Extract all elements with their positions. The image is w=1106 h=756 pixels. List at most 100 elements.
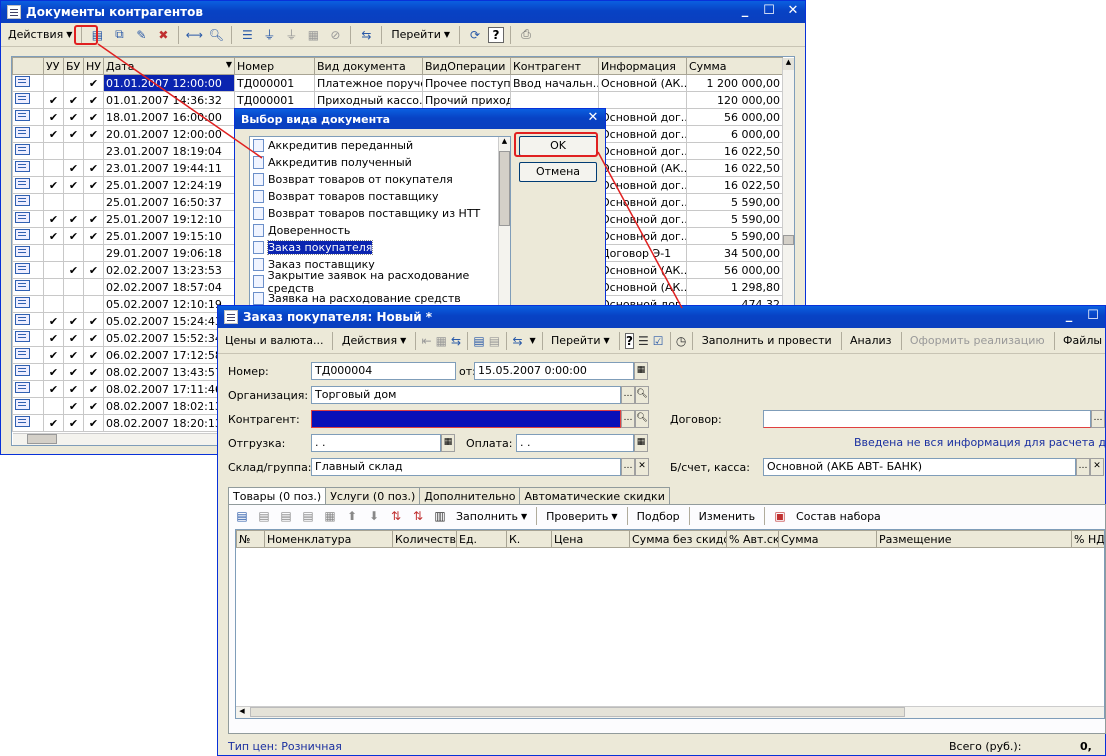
kit-icon[interactable]: ▣ <box>771 507 789 525</box>
goods-hscroll-left-arrow[interactable]: ◀ <box>236 707 248 718</box>
cell-nu[interactable] <box>83 142 104 160</box>
interval-icon[interactable]: ⟷ <box>185 26 203 44</box>
contract-select-button[interactable]: … <box>1091 410 1105 428</box>
cell-nu[interactable] <box>83 193 104 211</box>
cell-uu[interactable] <box>43 142 64 160</box>
back-icon[interactable]: ⇤ <box>422 332 432 350</box>
journal-icon[interactable]: ▤ <box>489 332 500 350</box>
doc-type-list-item[interactable]: Аккредитив полученный <box>250 154 510 171</box>
post-document-icon[interactable]: ⇆ <box>451 332 461 350</box>
structure-menu-icon[interactable]: ⇆ <box>512 332 522 350</box>
cell-bu[interactable] <box>63 278 84 296</box>
cell-info[interactable]: Основной дог... <box>598 176 687 194</box>
cell-date[interactable]: 25.01.2007 16:50:37 <box>103 193 235 211</box>
cell-info[interactable]: Основной дог... <box>598 227 687 245</box>
doc-type-list-item[interactable]: Возврат товаров от покупателя <box>250 171 510 188</box>
cell-date[interactable]: 25.01.2007 12:24:19 <box>103 176 235 194</box>
cell-nu[interactable]: ✔ <box>83 125 104 143</box>
goods-column-header[interactable]: Сумма <box>778 530 877 548</box>
hscroll-thumb[interactable] <box>27 434 57 444</box>
column-header-doc-type[interactable]: Вид документа <box>314 57 423 75</box>
cell-sum[interactable]: 5 590,00 <box>686 193 783 211</box>
cell-kontr[interactable]: Ввод начальн... <box>510 74 599 92</box>
cell-bu[interactable]: ✔ <box>63 397 84 415</box>
goods-column-header[interactable]: Ед. <box>456 530 507 548</box>
doc-type-list-item[interactable]: Доверенность <box>250 222 510 239</box>
cell-nu[interactable]: ✔ <box>83 108 104 126</box>
move-up-icon[interactable]: ⬆ <box>343 507 361 525</box>
shipment-date-field[interactable]: . . <box>311 434 441 452</box>
minimize-icon[interactable]: _ <box>737 3 753 18</box>
cell-date[interactable]: 23.01.2007 19:44:11 <box>103 159 235 177</box>
cell-sum[interactable]: 120 000,00 <box>686 91 783 109</box>
filter-icon[interactable]: ⏚ <box>260 26 278 44</box>
checklist-icon[interactable]: ☑ <box>653 332 664 350</box>
shipment-calendar-button[interactable]: ▦ <box>441 434 455 452</box>
cell-doc[interactable]: Приходный кассо... <box>314 91 423 109</box>
cell-uu[interactable] <box>43 74 64 92</box>
print-icon[interactable]: ⎙ <box>517 26 535 44</box>
copy-row-icon[interactable]: ▤ <box>255 507 273 525</box>
edit-document-icon[interactable]: ✎ <box>132 26 150 44</box>
cell-bu[interactable]: ✔ <box>63 159 84 177</box>
refresh-icon[interactable]: ⟳ <box>466 26 484 44</box>
account-clear-icon[interactable]: ✕ <box>1090 458 1104 476</box>
cell-date[interactable]: 08.02.2007 17:11:46 <box>103 380 235 398</box>
price-type-link[interactable]: Тип цен: Розничная <box>228 740 342 753</box>
cell-sum[interactable]: 6 000,00 <box>686 125 783 143</box>
doc-type-list-item[interactable]: Закрытие заявок на расходование средств <box>250 269 510 295</box>
cell-nu[interactable]: ✔ <box>83 227 104 245</box>
cell-sum[interactable]: 16 022,50 <box>686 142 783 160</box>
goods-hscrollbar[interactable]: ◀ <box>236 706 1104 718</box>
column-header-counterparty[interactable]: Контрагент <box>510 57 599 75</box>
analysis-button[interactable]: Анализ <box>847 331 895 351</box>
list-icon[interactable]: ☰ <box>638 332 649 350</box>
cell-sum[interactable]: 1 200 000,00 <box>686 74 783 92</box>
documents-window-titlebar[interactable]: Документы контрагентов _ ☐ ✕ <box>1 1 805 23</box>
cell-info[interactable]: Основной (АК... <box>598 261 687 279</box>
save-icon[interactable]: ▦ <box>436 332 447 350</box>
cell-nu[interactable]: ✔ <box>83 210 104 228</box>
cell-date[interactable]: 08.02.2007 18:02:13 <box>103 397 235 415</box>
order-maximize-icon[interactable]: ☐ <box>1085 308 1101 323</box>
order-goto-menu-button[interactable]: Перейти ▼ <box>548 331 613 351</box>
cell-date[interactable]: 08.02.2007 13:43:57 <box>103 363 235 381</box>
payment-date-field[interactable]: . . <box>516 434 634 452</box>
cell-date[interactable]: 29.01.2007 19:06:18 <box>103 244 235 262</box>
cell-bu[interactable]: ✔ <box>63 414 84 432</box>
cell-nu[interactable]: ✔ <box>83 380 104 398</box>
cell-date[interactable]: 08.02.2007 18:20:13 <box>103 414 235 432</box>
order-window-titlebar[interactable]: Заказ покупателя: Новый * _ ☐ <box>218 306 1105 328</box>
organization-open-icon[interactable]: 🔍︎ <box>635 386 649 404</box>
cell-date[interactable]: 05.02.2007 15:52:34 <box>103 329 235 347</box>
cell-sum[interactable]: 56 000,00 <box>686 261 783 279</box>
cell-date[interactable]: 02.02.2007 18:57:04 <box>103 278 235 296</box>
cell-uu[interactable]: ✔ <box>43 210 64 228</box>
cell-sum[interactable]: 34 500,00 <box>686 244 783 262</box>
cell-bu[interactable]: ✔ <box>63 363 84 381</box>
account-select-button[interactable]: … <box>1076 458 1090 476</box>
cell-nu[interactable]: ✔ <box>83 329 104 347</box>
order-actions-menu-button[interactable]: Действия ▼ <box>339 331 409 351</box>
cell-info[interactable] <box>598 91 687 109</box>
goods-column-header[interactable]: К. <box>506 530 552 548</box>
maximize-icon[interactable]: ☐ <box>761 3 777 18</box>
sort-desc-icon[interactable]: ⇅ <box>409 507 427 525</box>
date-calendar-button[interactable]: ▦ <box>634 362 648 380</box>
cell-info[interactable]: Основной (АК... <box>598 74 687 92</box>
cell-bu[interactable]: ✔ <box>63 312 84 330</box>
column-header-date[interactable]: Дата ▼ <box>103 57 235 75</box>
warehouse-select-button[interactable]: … <box>621 458 635 476</box>
contract-field[interactable] <box>763 410 1091 428</box>
cell-uu[interactable]: ✔ <box>43 108 64 126</box>
cell-bu[interactable]: ✔ <box>63 261 84 279</box>
cell-info[interactable]: Основной дог... <box>598 193 687 211</box>
cell-info[interactable]: Основной дог... <box>598 142 687 160</box>
cell-date[interactable]: 23.01.2007 18:19:04 <box>103 142 235 160</box>
cell-bu[interactable] <box>63 74 84 92</box>
table-row[interactable]: ✔ ✔ ✔ 01.01.2007 14:36:32 ТД000001 Приходный … <box>12 91 783 109</box>
cell-uu[interactable] <box>43 159 64 177</box>
actions-menu-button[interactable]: Действия ▼ <box>5 25 75 45</box>
goods-column-header[interactable]: Сумма без скидок <box>629 530 727 548</box>
cell-op[interactable]: Прочий приход... <box>422 91 511 109</box>
